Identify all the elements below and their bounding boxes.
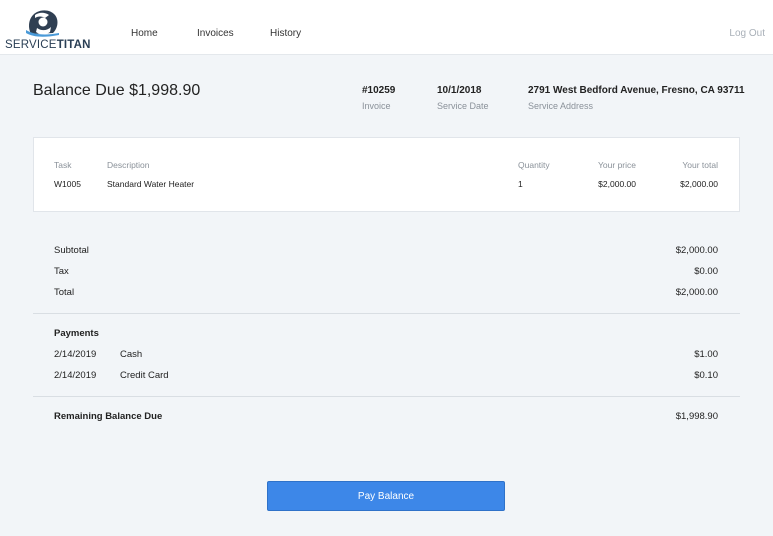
top-nav-bar: SERVICETITAN Home Invoices History Log O… [0, 0, 773, 55]
header-quantity: Quantity [518, 160, 550, 170]
titan-head-icon [26, 10, 59, 37]
payment-amount: $1.00 [694, 349, 718, 360]
tax-label: Tax [54, 266, 69, 277]
total-value: $2,000.00 [675, 287, 718, 298]
service-date-label: Service Date [437, 101, 489, 111]
nav-home[interactable]: Home [131, 28, 158, 39]
nav-history[interactable]: History [270, 28, 301, 39]
header-description: Description [107, 160, 150, 170]
nav-invoices[interactable]: Invoices [197, 28, 234, 39]
cell-description: Standard Water Heater [107, 179, 195, 189]
divider [33, 313, 740, 314]
payment-amount: $0.10 [694, 370, 718, 381]
header-task: Task [54, 160, 72, 170]
total-label: Total [54, 287, 75, 298]
remaining-balance-label: Remaining Balance Due [54, 411, 163, 422]
tax-value: $0.00 [694, 266, 718, 277]
divider [33, 396, 740, 397]
servicetitan-logo[interactable]: SERVICETITAN [5, 6, 91, 52]
cell-quantity: 1 [518, 179, 523, 189]
logout-link[interactable]: Log Out [729, 28, 765, 39]
service-date: 10/1/2018 [437, 85, 482, 96]
line-items-table: Task Description Quantity Your price You… [33, 137, 740, 212]
remaining-balance-value: $1,998.90 [675, 411, 718, 422]
header-your-total: Your total [682, 160, 718, 170]
payment-method: Cash [120, 349, 143, 360]
payment-date: 2/14/2019 [54, 370, 97, 381]
payment-date: 2/14/2019 [54, 349, 97, 360]
logo-wordmark: SERVICETITAN [5, 39, 91, 51]
subtotal-value: $2,000.00 [675, 245, 718, 256]
header-your-price: Your price [598, 160, 636, 170]
balance-due-title: Balance Due $1,998.90 [33, 82, 201, 99]
invoice-number-label: Invoice [362, 101, 391, 111]
payment-method: Credit Card [120, 370, 169, 381]
cell-your-price: $2,000.00 [598, 179, 636, 189]
invoice-number: #10259 [362, 85, 396, 96]
cell-task: W1005 [54, 179, 81, 189]
subtotal-label: Subtotal [54, 245, 89, 256]
service-address: 2791 West Bedford Avenue, Fresno, CA 937… [528, 85, 745, 96]
payments-heading: Payments [54, 328, 99, 339]
cell-your-total: $2,000.00 [680, 179, 718, 189]
service-address-label: Service Address [528, 101, 594, 111]
pay-balance-button[interactable]: Pay Balance [267, 481, 505, 511]
